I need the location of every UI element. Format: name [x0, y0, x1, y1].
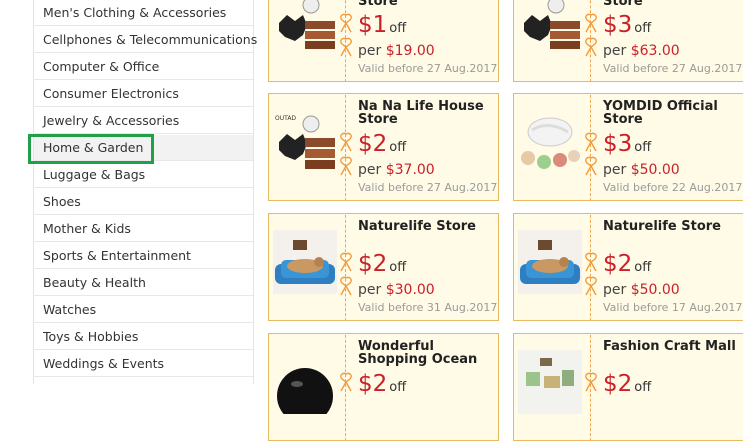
valid-date: Valid before 27 Aug.2017: [358, 62, 498, 75]
coupon-card[interactable]: OUTAD Na Na Life House Store $2 off per $…: [268, 93, 499, 201]
sidebar-item-toys-hobbies[interactable]: Toys & Hobbies: [34, 324, 253, 350]
ribbon-icon: [340, 156, 352, 176]
store-name[interactable]: Store: [358, 0, 496, 8]
discount-amount: $2 off: [603, 371, 652, 397]
sidebar-item-shoes[interactable]: Shoes: [34, 189, 253, 215]
sidebar-item-sports[interactable]: Sports & Entertainment: [34, 243, 253, 269]
product-thumbnail: [273, 350, 337, 424]
discount-amount: $1 off: [358, 12, 407, 38]
sidebar-item-mother-kids[interactable]: Mother & Kids: [34, 216, 253, 242]
coupon-card[interactable]: Store $3 off per $63.00 Valid before 27 A…: [513, 0, 743, 82]
product-thumbnail: [518, 350, 582, 414]
store-name[interactable]: YOMDID Official Store: [603, 100, 741, 126]
min-order: per $63.00: [603, 43, 680, 59]
store-name[interactable]: Fashion Craft Mall: [603, 340, 741, 353]
category-sidebar: Men's Clothing & Accessories Cellphones …: [33, 0, 257, 384]
coupon-card[interactable]: Fashion Craft Mall $2 off: [513, 333, 743, 441]
ribbon-icon: [340, 372, 352, 392]
sidebar-item-weddings[interactable]: Weddings & Events: [34, 351, 253, 377]
coupon-card[interactable]: YOMDID Official Store $3 off per $50.00 V…: [513, 93, 743, 201]
selected-category-highlight: [28, 134, 154, 164]
ribbon-icon: [340, 252, 352, 272]
product-thumbnail: [518, 0, 582, 55]
coupon-card[interactable]: Store $1 off per $19.00 Valid before 27 A…: [268, 0, 499, 82]
product-thumbnail: [273, 0, 337, 55]
svg-text:OUTAD: OUTAD: [275, 115, 296, 122]
min-order: per $50.00: [603, 162, 680, 178]
valid-date: Valid before 27 Aug.2017: [358, 181, 498, 194]
ribbon-icon: [585, 132, 597, 152]
ribbon-icon: [340, 37, 352, 57]
coupon-card[interactable]: Naturelife Store $2 off per $30.00 Valid …: [268, 213, 499, 321]
discount-amount: $2 off: [358, 371, 407, 397]
sidebar-item-mens-clothing[interactable]: Men's Clothing & Accessories: [34, 0, 253, 26]
ribbon-icon: [340, 276, 352, 296]
sidebar-item-cellphones[interactable]: Cellphones & Telecommunications: [34, 27, 257, 53]
product-thumbnail: [518, 230, 582, 294]
discount-amount: $2 off: [358, 251, 407, 277]
product-thumbnail: OUTAD: [273, 110, 337, 174]
store-name[interactable]: Naturelife Store: [358, 220, 496, 233]
min-order: per $30.00: [358, 282, 435, 298]
valid-date: Valid before 31 Aug.2017: [358, 301, 498, 314]
sidebar-item-jewelry[interactable]: Jewelry & Accessories: [34, 108, 253, 134]
sidebar-item-computer-office[interactable]: Computer & Office: [34, 54, 253, 80]
ribbon-icon: [585, 37, 597, 57]
discount-amount: $2 off: [358, 131, 407, 157]
store-name[interactable]: Store: [603, 0, 741, 8]
sidebar-item-luggage-bags[interactable]: Luggage & Bags: [34, 162, 253, 188]
valid-date: Valid before 22 Aug.2017: [603, 181, 743, 194]
sidebar-item-consumer-electronics[interactable]: Consumer Electronics: [34, 81, 253, 107]
min-order: per $37.00: [358, 162, 435, 178]
discount-amount: $3 off: [603, 12, 652, 38]
ribbon-icon: [585, 276, 597, 296]
min-order: per $19.00: [358, 43, 435, 59]
ribbon-icon: [340, 132, 352, 152]
discount-amount: $2 off: [603, 251, 652, 277]
ribbon-icon: [340, 13, 352, 33]
store-name[interactable]: Wonderful Shopping Ocean: [358, 340, 496, 366]
sidebar-item-watches[interactable]: Watches: [34, 297, 253, 323]
coupon-card[interactable]: Naturelife Store $2 off per $50.00 Valid …: [513, 213, 743, 321]
ribbon-icon: [585, 252, 597, 272]
store-name[interactable]: Naturelife Store: [603, 220, 741, 233]
valid-date: Valid before 27 Aug.2017: [603, 62, 743, 75]
ribbon-icon: [585, 372, 597, 392]
sidebar-item-beauty-health[interactable]: Beauty & Health: [34, 270, 253, 296]
ribbon-icon: [585, 156, 597, 176]
store-name[interactable]: Na Na Life House Store: [358, 100, 496, 126]
valid-date: Valid before 17 Aug.2017: [603, 301, 743, 314]
coupon-card[interactable]: Wonderful Shopping Ocean $2 off: [268, 333, 499, 441]
product-thumbnail: [273, 230, 337, 294]
min-order: per $50.00: [603, 282, 680, 298]
product-thumbnail: [518, 110, 582, 174]
ribbon-icon: [585, 13, 597, 33]
discount-amount: $3 off: [603, 131, 652, 157]
